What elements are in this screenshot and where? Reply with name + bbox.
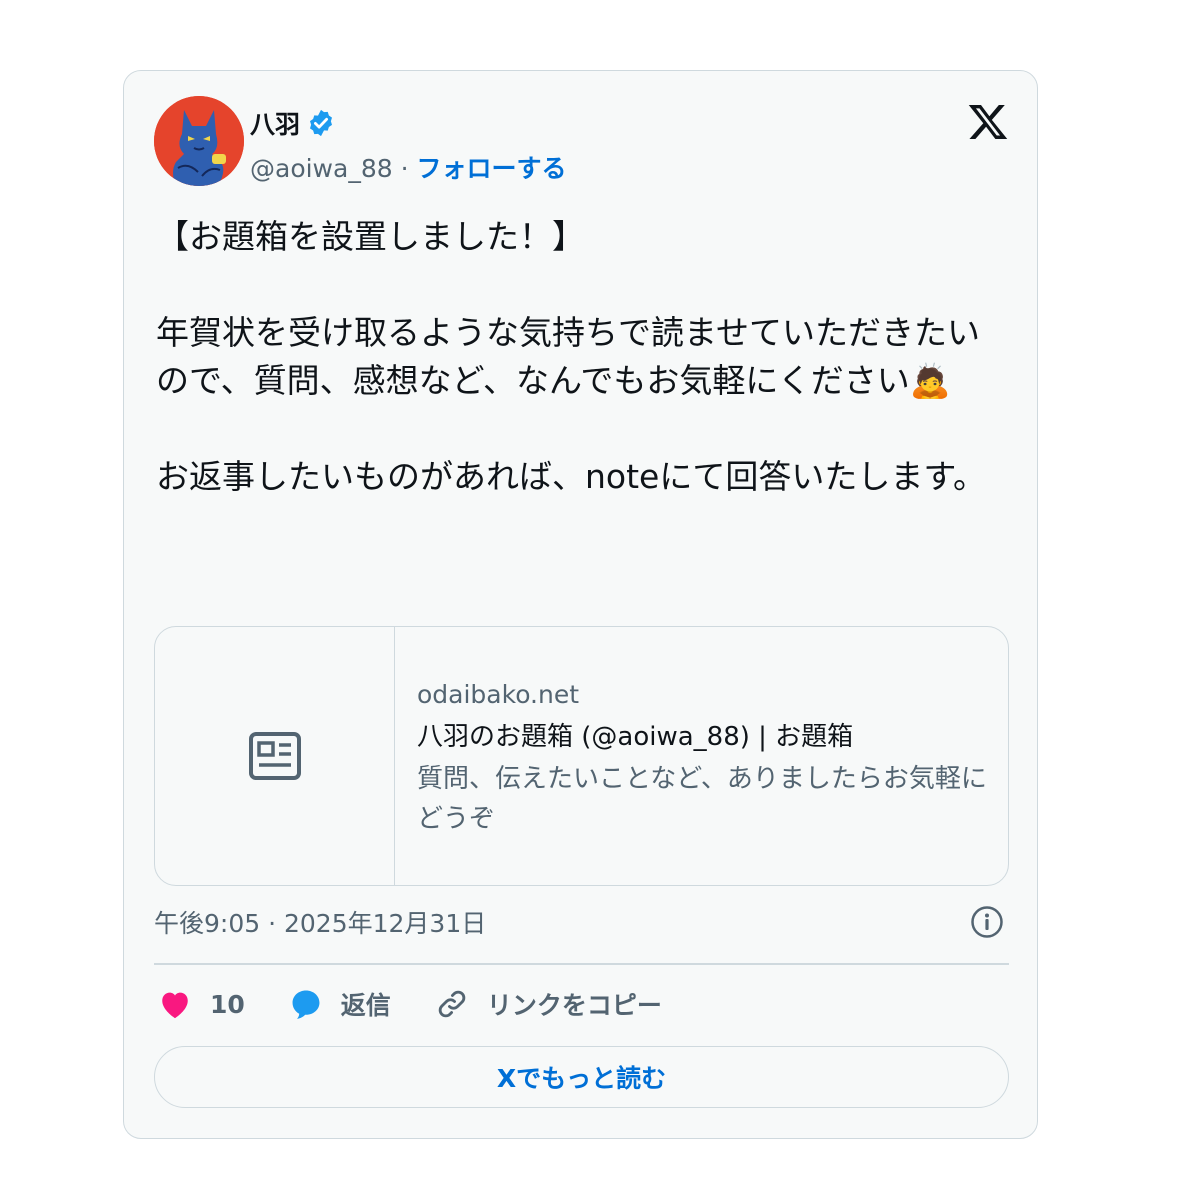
heart-icon (162, 992, 188, 1019)
tweet-timestamp[interactable]: 午後9:05 · 2025年12月31日 (154, 904, 486, 940)
follow-link[interactable]: フォローする (416, 154, 566, 183)
info-icon[interactable] (970, 905, 1004, 939)
verified-badge-icon (306, 108, 336, 138)
tweet-text: 【お題箱を設置しました！】 年賀状を受け取るような気持ちで読ませていただきたいの… (156, 217, 987, 496)
divider (154, 963, 1009, 965)
link-icon (438, 990, 466, 1018)
link-description: 質問、伝えたいことなど、ありましたらお気軽にどうぞ (417, 764, 987, 834)
user-name[interactable]: 八羽 (250, 105, 300, 141)
link-domain: odaibako.net (417, 680, 580, 709)
read-more-button[interactable]: Xでもっと読む (154, 1046, 1009, 1108)
action-bar: 10 返信 リンクをコピー (158, 984, 706, 1024)
like-count: 10 (210, 989, 245, 1019)
link-info: odaibako.net 八羽のお題箱 (@aoiwa_88) | お題箱 質問… (417, 675, 987, 839)
copy-link-button[interactable]: リンクをコピー (435, 986, 662, 1022)
article-icon (248, 732, 301, 780)
x-logo-icon[interactable] (967, 101, 1009, 143)
link-title: 八羽のお題箱 (@aoiwa_88) | お題箱 (417, 722, 854, 752)
handle-separator: · (392, 154, 417, 183)
copy-link-label: リンクをコピー (486, 991, 662, 1020)
handle-row: @aoiwa_88 · フォローする (250, 149, 567, 185)
user-handle[interactable]: @aoiwa_88 (250, 154, 393, 183)
link-thumbnail (155, 627, 395, 885)
tweet-embed-card: 八羽 @aoiwa_88 · フォローする 【お題箱を設置しました！】 年賀状を… (123, 70, 1038, 1139)
reply-label: 返信 (340, 991, 391, 1020)
like-button[interactable]: 10 (158, 988, 245, 1020)
reply-button[interactable]: 返信 (289, 986, 391, 1022)
link-preview-card[interactable]: odaibako.net 八羽のお題箱 (@aoiwa_88) | お題箱 質問… (154, 626, 1009, 886)
avatar[interactable] (154, 96, 244, 186)
user-name-row: 八羽 (250, 105, 336, 141)
reply-bubble-icon (292, 990, 320, 1019)
